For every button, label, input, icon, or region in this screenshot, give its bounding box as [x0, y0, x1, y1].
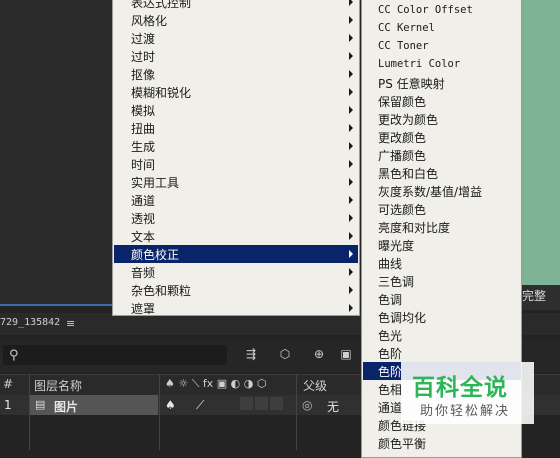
menu-item[interactable]: 模拟 [114, 101, 358, 119]
submenu-item[interactable]: PS 任意映射 [363, 74, 521, 92]
submenu-item[interactable]: 更改为颜色 [363, 110, 521, 128]
switch-cell[interactable] [255, 397, 268, 410]
submenu-item[interactable]: 色调均化 [363, 308, 521, 326]
watermark-title: 百科全说 [412, 375, 508, 401]
menu-item[interactable]: 风格化 [114, 11, 358, 29]
submenu-item[interactable]: 色光 [363, 326, 521, 344]
column-divider [296, 374, 297, 450]
submenu-arrow-icon [349, 250, 353, 258]
menu-item[interactable]: 过渡 [114, 29, 358, 47]
layer-search-input[interactable] [3, 345, 227, 365]
submenu-item[interactable]: CC Color Offset [363, 2, 521, 20]
submenu-item[interactable]: 曝光度 [363, 236, 521, 254]
submenu-arrow-icon [349, 178, 353, 186]
menu-item[interactable]: 杂色和颗粒 [114, 281, 358, 299]
switch-cell[interactable] [270, 397, 283, 410]
submenu-item[interactable]: 保留颜色 [363, 92, 521, 110]
submenu-item[interactable]: 曲线 [363, 254, 521, 272]
menu-item[interactable]: 透视 [114, 209, 358, 227]
submenu-arrow-icon [349, 142, 353, 150]
layer-name[interactable]: 图片 [54, 398, 78, 415]
submenu-item[interactable]: 色阶 [363, 344, 521, 362]
quality-switch-icon[interactable]: ⟋ [196, 398, 204, 413]
menu-item[interactable]: 过时 [114, 47, 358, 65]
menu-item[interactable]: 实用工具 [114, 173, 358, 191]
panel-focus-line [0, 304, 112, 306]
col-layer-name[interactable]: 图层名称 [34, 377, 82, 394]
submenu-arrow-icon [349, 196, 353, 204]
submenu-item[interactable]: 可选颜色 [363, 200, 521, 218]
watermark-subtitle: 助你轻松解决 [420, 404, 511, 419]
submenu-item[interactable]: 颜色平衡 [363, 434, 521, 452]
submenu-item[interactable]: 更改颜色 [363, 128, 521, 146]
menu-item-color-correction[interactable]: 颜色校正 [114, 245, 358, 263]
menu-item[interactable]: 生成 [114, 137, 358, 155]
switches-icons: ♠ ☼ ⟍ fx ▣ ◐ ◑ ⬡ [165, 377, 267, 390]
layer-index: 1 [4, 398, 12, 412]
submenu-arrow-icon [349, 16, 353, 24]
col-parent: 父级 [303, 379, 328, 393]
submenu-arrow-icon [349, 0, 353, 6]
submenu-item[interactable]: Lumetri Color [363, 56, 521, 74]
menu-item[interactable]: 音频 [114, 263, 358, 281]
left-viewer-panel [0, 0, 112, 305]
watermark-logo: 百科全说 助你轻松解决 [406, 366, 534, 422]
pickwhip-icon[interactable]: ◎ [302, 398, 312, 412]
parent-dropdown[interactable]: 无 [327, 398, 339, 415]
submenu-item[interactable]: 三色调 [363, 272, 521, 290]
submenu-arrow-icon [349, 286, 353, 294]
submenu-arrow-icon [349, 124, 353, 132]
resolution-dropdown[interactable]: 完整 [522, 287, 546, 304]
layer-name-cell[interactable] [30, 395, 158, 415]
submenu-item[interactable]: 色调 [363, 290, 521, 308]
composition-viewer[interactable] [522, 0, 560, 285]
comp-mini-flowchart-icon[interactable]: ⇶ [243, 346, 259, 362]
submenu-arrow-icon [349, 304, 353, 312]
submenu-arrow-icon [349, 34, 353, 42]
panel-menu-icon[interactable]: ≡ [66, 317, 75, 330]
menu-item[interactable]: 抠像 [114, 65, 358, 83]
menu-item[interactable]: 表达式控制 [114, 0, 358, 11]
menu-item[interactable]: 时间 [114, 155, 358, 173]
shy-switch-icon[interactable]: ♠ [165, 398, 176, 412]
column-divider [159, 374, 160, 450]
draft-3d-icon[interactable]: ⬡ [277, 346, 293, 362]
submenu-arrow-icon [349, 106, 353, 114]
frame-blending-icon[interactable]: ▣ [338, 346, 354, 362]
submenu-item[interactable]: CC Toner [363, 38, 521, 56]
submenu-item[interactable]: 亮度和对比度 [363, 218, 521, 236]
menu-item[interactable]: 通道 [114, 191, 358, 209]
menu-item[interactable]: 文本 [114, 227, 358, 245]
image-layer-icon: ▤ [35, 398, 46, 411]
submenu-arrow-icon [349, 160, 353, 168]
column-divider [29, 374, 30, 450]
submenu-arrow-icon [349, 268, 353, 276]
submenu-arrow-icon [349, 88, 353, 96]
menu-item[interactable]: 模糊和锐化 [114, 83, 358, 101]
menu-item[interactable]: 扭曲 [114, 119, 358, 137]
submenu-arrow-icon [349, 214, 353, 222]
timeline-comp-tab[interactable]: 729_135842 [0, 317, 60, 328]
submenu-item[interactable]: 灰度系数/基值/增益 [363, 182, 521, 200]
timeline-empty-area [0, 415, 360, 450]
submenu-item[interactable]: CC Kernel [363, 20, 521, 38]
menu-item[interactable]: 遮罩 [114, 299, 358, 317]
search-icon: ⚲ [9, 348, 19, 363]
switch-cell[interactable] [240, 397, 253, 410]
submenu-arrow-icon [349, 70, 353, 78]
col-number: # [3, 377, 14, 391]
effects-category-menu: 表达式控制 风格化 过渡 过时 抠像 模糊和锐化 模拟 扭曲 生成 时间 实用工… [112, 0, 360, 316]
submenu-arrow-icon [349, 52, 353, 60]
submenu-item[interactable]: 广播颜色 [363, 146, 521, 164]
submenu-arrow-icon [349, 232, 353, 240]
submenu-item[interactable]: 黑色和白色 [363, 164, 521, 182]
shy-layers-icon[interactable]: ⊕ [311, 346, 327, 362]
